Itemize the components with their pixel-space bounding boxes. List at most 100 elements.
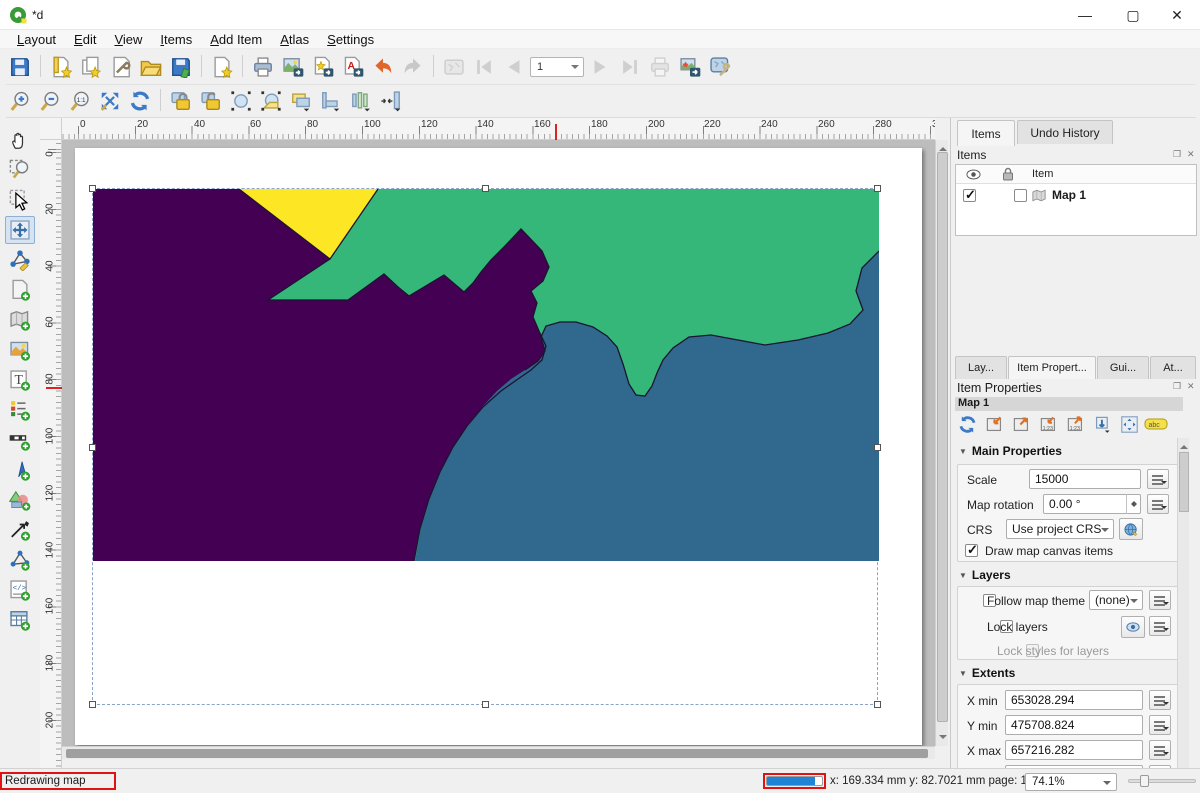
close-panel-icon[interactable]: ✕ (1187, 381, 1195, 392)
visibility-preset-button[interactable] (1121, 616, 1145, 638)
close-button[interactable]: ✕ (1154, 0, 1200, 30)
zoom-full-extent-button[interactable] (96, 87, 124, 115)
properties-scrollbar[interactable] (1177, 438, 1189, 793)
zoom-level-combobox[interactable]: 74.1% (1025, 773, 1117, 791)
move-item-content-button[interactable] (5, 216, 35, 244)
canvas-horizontal-scrollbar[interactable] (62, 746, 935, 759)
resize-handle-middle-right[interactable] (874, 444, 881, 451)
draw-canvas-items-checkbox[interactable] (965, 544, 978, 557)
add-page-button[interactable] (5, 276, 35, 304)
export-atlas-button[interactable] (676, 53, 704, 81)
save-as-template-button[interactable] (167, 53, 195, 81)
undo-button[interactable] (369, 53, 397, 81)
select-crs-button[interactable] (1119, 518, 1143, 540)
add-shape-button[interactable] (5, 486, 35, 514)
resize-handle-top-left[interactable] (89, 185, 96, 192)
tab-items[interactable]: Items (957, 120, 1015, 146)
preview-atlas-button[interactable] (440, 53, 468, 81)
add-legend-button[interactable] (5, 396, 35, 424)
resize-items-button[interactable] (377, 87, 405, 115)
lock-layers-override-button[interactable] (1149, 616, 1171, 636)
next-feature-button[interactable] (586, 53, 614, 81)
layout-canvas[interactable] (62, 140, 935, 746)
update-map-preview-button[interactable] (955, 413, 979, 435)
scrollbar-thumb[interactable] (1179, 452, 1189, 512)
save-project-button[interactable] (6, 53, 34, 81)
minimize-button[interactable]: — (1062, 0, 1108, 30)
add-arrow-button[interactable] (5, 516, 35, 544)
lock-selected-items-button[interactable] (167, 87, 195, 115)
redo-button[interactable] (399, 53, 427, 81)
close-panel-icon[interactable]: ✕ (1187, 149, 1195, 160)
tab-layout[interactable]: Lay... (955, 356, 1007, 379)
map-item-frame[interactable] (92, 188, 878, 705)
tab-guides[interactable]: Gui... (1097, 356, 1149, 379)
set-map-extent-to-canvas-button[interactable] (982, 413, 1006, 435)
interactively-edit-extent-button[interactable] (1090, 413, 1114, 435)
resize-handle-bottom-center[interactable] (482, 701, 489, 708)
add-picture-button[interactable] (5, 336, 35, 364)
add-scalebar-button[interactable] (5, 426, 35, 454)
canvas-vertical-scrollbar[interactable] (935, 140, 948, 746)
tab-atlas[interactable]: At... (1150, 356, 1196, 379)
resize-handle-middle-left[interactable] (89, 444, 96, 451)
maximize-button[interactable]: ▢ (1110, 0, 1156, 30)
unlock-all-items-button[interactable] (197, 87, 225, 115)
add-attribute-table-button[interactable] (5, 606, 35, 634)
set-canvas-scale-to-map-button[interactable]: 1:23 (1063, 413, 1087, 435)
scroll-up-arrow[interactable] (1180, 441, 1188, 449)
print-button[interactable] (249, 53, 277, 81)
zoom-actual-size-button[interactable]: 1:1 (66, 87, 94, 115)
xmax-override-button[interactable] (1149, 740, 1171, 760)
float-panel-icon[interactable]: ❐ (1173, 381, 1181, 392)
scale-input[interactable]: 15000 (1029, 469, 1141, 489)
spinner-arrows[interactable] (1126, 494, 1140, 514)
select-move-item-button[interactable] (5, 186, 35, 214)
new-layout-button[interactable] (47, 53, 75, 81)
menu-item[interactable]: Settings (318, 30, 383, 49)
atlas-settings-button[interactable] (706, 53, 734, 81)
refresh-view-button[interactable] (126, 87, 154, 115)
scrollbar-thumb[interactable] (66, 749, 928, 758)
tab-undo-history[interactable]: Undo History (1017, 120, 1113, 144)
scale-override-button[interactable] (1147, 469, 1169, 489)
visibility-checkbox[interactable] (963, 189, 976, 202)
add-label-button[interactable]: T (5, 366, 35, 394)
tab-item-properties[interactable]: Item Propert... (1008, 356, 1096, 379)
add-north-arrow-button[interactable] (5, 456, 35, 484)
rotation-override-button[interactable] (1147, 494, 1169, 514)
float-panel-icon[interactable]: ❐ (1173, 149, 1181, 160)
menu-item[interactable]: Edit (65, 30, 105, 49)
atlas-feature-combobox[interactable]: 1 (530, 57, 584, 77)
export-image-button[interactable] (279, 53, 307, 81)
scroll-up-arrow[interactable] (939, 143, 947, 151)
lock-checkbox[interactable] (1014, 189, 1027, 202)
set-map-scale-to-canvas-button[interactable]: 1:23 (1036, 413, 1060, 435)
align-items-button[interactable] (317, 87, 345, 115)
scroll-down-arrow[interactable] (939, 735, 947, 743)
add-map-button[interactable] (5, 306, 35, 334)
print-atlas-button[interactable] (646, 53, 674, 81)
zoom-in-button[interactable] (6, 87, 34, 115)
resize-handle-bottom-right[interactable] (874, 701, 881, 708)
menu-item[interactable]: View (105, 30, 151, 49)
new-report-button[interactable] (208, 53, 236, 81)
last-feature-button[interactable] (616, 53, 644, 81)
add-items-from-template-button[interactable] (137, 53, 165, 81)
zoom-slider[interactable] (1128, 775, 1196, 787)
ungroup-items-button[interactable] (257, 87, 285, 115)
ymin-override-button[interactable] (1149, 715, 1171, 735)
ymin-input[interactable]: 475708.824 (1005, 715, 1143, 735)
edit-nodes-item-button[interactable] (5, 246, 35, 274)
menu-item[interactable]: Atlas (271, 30, 318, 49)
slider-knob[interactable] (1140, 775, 1149, 787)
duplicate-layout-button[interactable] (77, 53, 105, 81)
first-feature-button[interactable] (470, 53, 498, 81)
xmax-input[interactable]: 657216.282 (1005, 740, 1143, 760)
section-extents[interactable]: ▼Extents (959, 666, 1015, 680)
section-layers[interactable]: ▼Layers (959, 568, 1011, 582)
view-extent-in-canvas-button[interactable] (1009, 413, 1033, 435)
scrollbar-thumb[interactable] (937, 152, 948, 722)
previous-feature-button[interactable] (500, 53, 528, 81)
pan-tool-button[interactable] (5, 126, 35, 154)
